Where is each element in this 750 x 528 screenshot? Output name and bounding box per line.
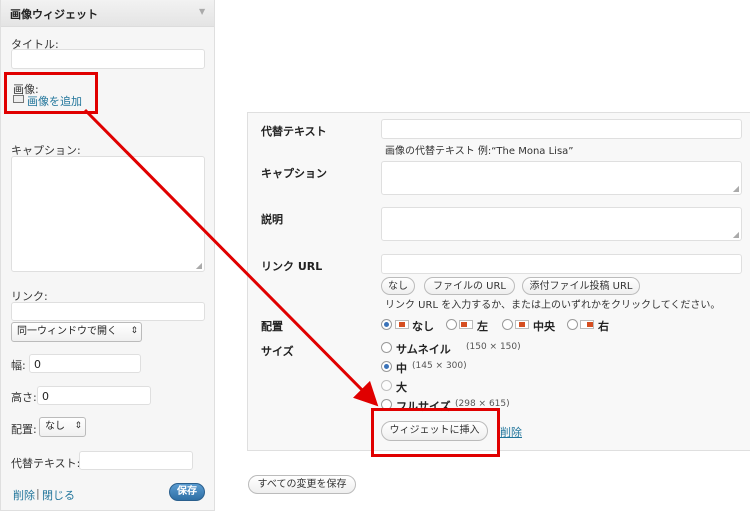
- annotation-arrow-line: [83, 108, 379, 407]
- annotation-arrow: [83, 108, 379, 407]
